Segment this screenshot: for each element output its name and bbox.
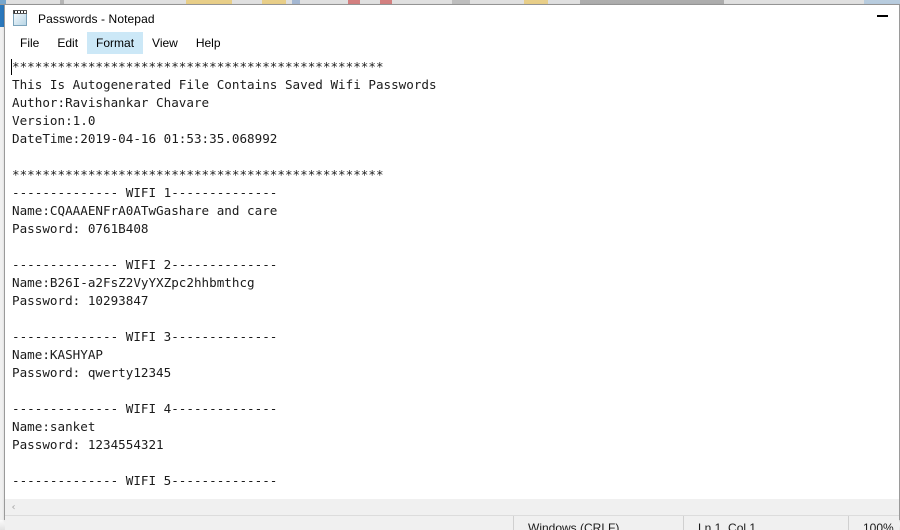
menu-item-help[interactable]: Help bbox=[187, 32, 230, 54]
status-line-ending: Windows (CRLF) bbox=[513, 516, 683, 530]
window-title: Passwords - Notepad bbox=[38, 11, 155, 26]
menu-bar: File Edit Format View Help bbox=[5, 32, 899, 54]
status-bar: Windows (CRLF) Ln 1, Col 1 100% bbox=[5, 515, 899, 530]
status-zoom-level: 100% bbox=[848, 516, 899, 530]
horizontal-scrollbar[interactable]: ‹ bbox=[5, 498, 899, 515]
menu-item-format[interactable]: Format bbox=[87, 32, 144, 54]
text-editor[interactable]: ****************************************… bbox=[5, 54, 899, 498]
minimize-icon bbox=[876, 15, 888, 17]
document-content[interactable]: ****************************************… bbox=[12, 58, 437, 490]
status-cursor-position: Ln 1, Col 1 bbox=[683, 516, 848, 530]
scroll-left-arrow-icon[interactable]: ‹ bbox=[5, 499, 22, 515]
menu-item-edit[interactable]: Edit bbox=[48, 32, 87, 54]
minimize-button[interactable] bbox=[867, 5, 897, 27]
title-bar[interactable]: Passwords - Notepad bbox=[5, 5, 899, 32]
status-bar-spacer bbox=[5, 516, 513, 530]
menu-item-file[interactable]: File bbox=[11, 32, 48, 54]
notepad-icon bbox=[12, 10, 29, 27]
screen: Passwords - Notepad File Edit Format Vie… bbox=[0, 0, 900, 530]
menu-item-view[interactable]: View bbox=[143, 32, 187, 54]
notepad-window: Passwords - Notepad File Edit Format Vie… bbox=[4, 5, 900, 530]
scrollbar-track[interactable] bbox=[22, 499, 899, 515]
